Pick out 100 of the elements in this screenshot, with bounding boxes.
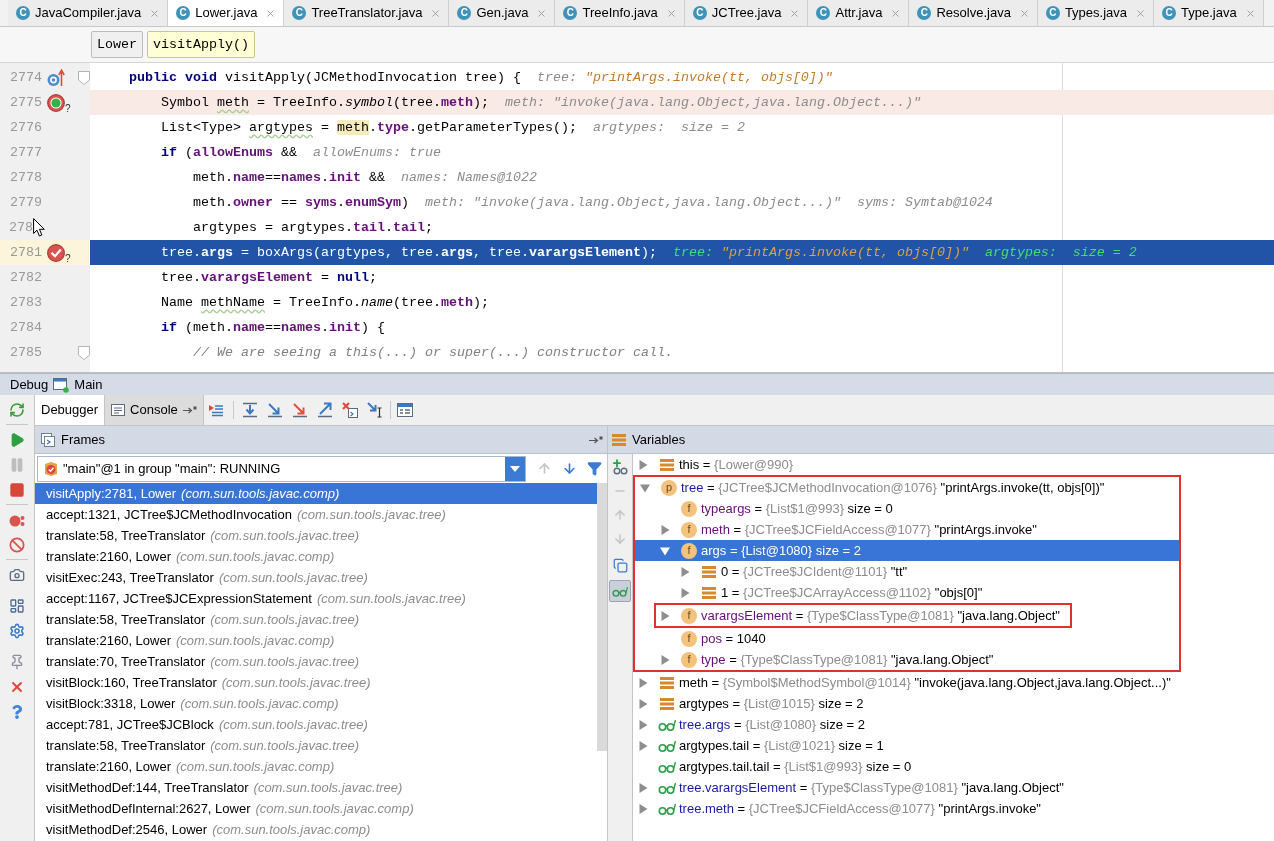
variable-row[interactable]: p tree = {JCTree$JCMethodInvocation@1076} "printArgs.invoke(tt, objs[0])" — [635, 477, 1179, 498]
close-icon[interactable] — [265, 7, 277, 19]
circular-arrows-icon[interactable] — [9, 401, 25, 418]
collapsed-arrow-icon[interactable] — [660, 610, 670, 621]
filter-icon[interactable] — [587, 461, 602, 476]
breadcrumb[interactable]: visitApply() — [147, 31, 255, 58]
collapsed-arrow-icon[interactable] — [638, 782, 648, 793]
variable-row[interactable]: argtypes.tail.tail = {List$1@993} size = 0 — [633, 756, 1274, 777]
variable-row[interactable]: 0 = {JCTree$JCIdent@1101} "tt" — [635, 561, 1179, 582]
scrollbar-thumb[interactable] — [597, 483, 607, 751]
stack-frame-row[interactable]: translate:2160, Lower (com.sun.tools.javac.comp) — [35, 756, 597, 777]
variable-row[interactable]: f typeargs = {List$1@993} size = 0 — [635, 498, 1179, 519]
close-icon[interactable] — [149, 7, 161, 19]
stack-frame-row[interactable]: visitBlock:3318, Lower (com.sun.tools.javac.comp) — [35, 693, 597, 714]
close-icon[interactable] — [1135, 7, 1147, 19]
variable-row[interactable]: f args = {List@1080} size = 2 — [635, 540, 1179, 561]
arrow-down-to-line-icon[interactable] — [242, 402, 259, 418]
arrow-up-right-icon[interactable] — [317, 402, 334, 418]
variable-row[interactable]: this = {Lower@990} — [633, 454, 1274, 475]
close-icon[interactable] — [890, 7, 902, 19]
editor-tab[interactable]: C TreeTranslator.java — [284, 0, 450, 26]
variable-row[interactable]: 1 = {JCTree$JCArrayAccess@1102} "objs[0]" — [635, 582, 1179, 603]
editor-tab[interactable]: C Type.java — [1154, 0, 1264, 26]
stack-frame-row[interactable]: visitApply:2781, Lower (com.sun.tools.javac.comp) — [35, 483, 597, 504]
close-icon[interactable] — [430, 7, 442, 19]
stack-frame-row[interactable]: visitExec:243, TreeTranslator (com.sun.tools.javac.tree) — [35, 567, 597, 588]
close-icon[interactable] — [536, 7, 548, 19]
collapsed-arrow-icon[interactable] — [660, 654, 670, 665]
run-configuration-name[interactable]: Main — [74, 374, 103, 395]
variable-row[interactable]: meth = {Symbol$MethodSymbol@1014} "invoke(java.lang.Object,java.lang.Object...)" — [633, 672, 1274, 693]
collapsed-arrow-icon[interactable] — [638, 459, 648, 470]
collapsed-arrow-icon[interactable] — [638, 677, 648, 688]
collapsed-arrow-icon[interactable] — [638, 719, 648, 730]
layout-icon[interactable] — [9, 597, 25, 614]
stack-frame-row[interactable]: visitMethodDef:144, TreeTranslator (com.sun.tools.javac.tree) — [35, 777, 597, 798]
thread-dropdown[interactable]: "main"@1 in group "main": RUNNING — [37, 455, 526, 482]
stack-frame-row[interactable]: translate:2160, Lower (com.sun.tools.javac.comp) — [35, 546, 597, 567]
ban-icon[interactable] — [9, 536, 25, 553]
dropdown-button[interactable] — [505, 456, 525, 481]
pin-arrow-icon[interactable] — [589, 435, 603, 444]
breadcrumb[interactable]: Lower — [91, 31, 143, 58]
copy-icon[interactable] — [612, 557, 628, 573]
arrow-cursor-icon[interactable] — [367, 402, 384, 418]
help-icon[interactable] — [10, 704, 24, 719]
arrow-down-right-icon[interactable] — [292, 402, 309, 418]
stack-frame-row[interactable]: accept:1321, JCTree$JCMethodInvocation (com.sun.tools.javac.tree) — [35, 504, 597, 525]
variable-row[interactable]: argtypes.tail = {List@1021} size = 1 — [633, 735, 1274, 756]
collapsed-arrow-icon[interactable] — [680, 566, 690, 577]
expanded-arrow-icon[interactable] — [660, 545, 670, 556]
circle-up-arrow-icon[interactable] — [47, 68, 65, 87]
editor-tab[interactable]: C Types.java — [1037, 0, 1155, 26]
stack-frame-row[interactable]: translate:58, TreeTranslator (com.sun.tools.javac.tree) — [35, 525, 597, 546]
stack-frame-row[interactable]: accept:1167, JCTree$JCExpressionStatement (com.sun.tools.javac.tree) — [35, 588, 597, 609]
editor-tab[interactable]: C JCTree.java — [684, 0, 809, 26]
pin-icon[interactable] — [9, 653, 25, 670]
variable-row[interactable]: tree.meth = {JCTree$JCFieldAccess@1077} "printArgs.invoke" — [633, 798, 1274, 819]
camera-icon[interactable] — [9, 566, 25, 583]
editor-tab[interactable]: C JavaCompiler.java — [8, 0, 169, 26]
watches-toggle[interactable] — [609, 580, 631, 602]
fold-marker-icon[interactable] — [78, 345, 90, 360]
stack-frame-row[interactable]: translate:70, TreeTranslator (com.sun.tools.javac.tree) — [35, 651, 597, 672]
breakpoint-icon[interactable] — [47, 93, 65, 112]
collapsed-arrow-icon[interactable] — [660, 524, 670, 535]
stack-frame-row[interactable]: translate:58, TreeTranslator (com.sun.tools.javac.tree) — [35, 735, 597, 756]
stack-frame-row[interactable]: accept:781, JCTree$JCBlock (com.sun.tools.javac.tree) — [35, 714, 597, 735]
stack-frame-row[interactable]: translate:2160, Lower (com.sun.tools.javac.comp) — [35, 630, 597, 651]
stack-frame-row[interactable]: visitMethodDefInternal:2627, Lower (com.sun.tools.javac.comp) — [35, 798, 597, 819]
variable-row[interactable]: f meth = {JCTree$JCFieldAccess@1077} "printArgs.invoke" — [635, 519, 1179, 540]
expanded-arrow-icon[interactable] — [640, 482, 650, 493]
cross-frame-icon[interactable] — [342, 402, 359, 418]
collapsed-arrow-icon[interactable] — [638, 698, 648, 709]
variable-row[interactable]: f varargsElement = {Type$ClassType@1081} "java.lang.Object" — [654, 603, 1072, 628]
pause-icon[interactable] — [9, 456, 25, 473]
collapsed-arrow-icon[interactable] — [638, 740, 648, 751]
pin-arrow-icon[interactable] — [182, 406, 197, 414]
close-icon[interactable] — [1244, 7, 1256, 19]
close-icon[interactable] — [665, 7, 677, 19]
editor-tab[interactable]: C Attr.java — [808, 0, 910, 26]
editor-tab[interactable]: C Resolve.java — [909, 0, 1038, 26]
fold-marker-icon[interactable] — [78, 70, 90, 85]
variable-row[interactable]: f type = {Type$ClassType@1081} "java.lang.Object" — [635, 649, 1179, 670]
variable-row[interactable]: tree.args = {List@1080} size = 2 — [633, 714, 1274, 735]
variable-row[interactable]: argtypes = {List@1015} size = 2 — [633, 693, 1274, 714]
settings-icon[interactable] — [9, 622, 25, 639]
tool-tab[interactable]: Console — [105, 395, 204, 425]
table-window-icon[interactable] — [397, 403, 414, 417]
variable-row[interactable]: f pos = 1040 — [635, 628, 1179, 649]
breakpoint-check-icon[interactable] — [47, 243, 65, 262]
arrow-down-icon[interactable] — [562, 461, 577, 476]
stack-frame-row[interactable]: visitMethodDef:2546, Lower (com.sun.tools.javac.comp) — [35, 819, 597, 840]
collapsed-arrow-icon[interactable] — [680, 587, 690, 598]
close-icon[interactable] — [789, 7, 801, 19]
editor-tab[interactable]: C Lower.java — [168, 0, 285, 26]
tool-tab[interactable]: Debugger — [35, 395, 106, 425]
plus-glasses-icon[interactable] — [612, 459, 628, 475]
stack-frame-row[interactable]: translate:58, TreeTranslator (com.sun.tools.javac.tree) — [35, 609, 597, 630]
close-icon[interactable] — [1018, 7, 1030, 19]
stack-frame-row[interactable]: visitBlock:160, TreeTranslator (com.sun.tools.javac.tree) — [35, 672, 597, 693]
variable-row[interactable]: tree.varargsElement = {Type$ClassType@1081} "java.lang.Object" — [633, 777, 1274, 798]
arrow-down-right-icon[interactable] — [267, 402, 284, 418]
